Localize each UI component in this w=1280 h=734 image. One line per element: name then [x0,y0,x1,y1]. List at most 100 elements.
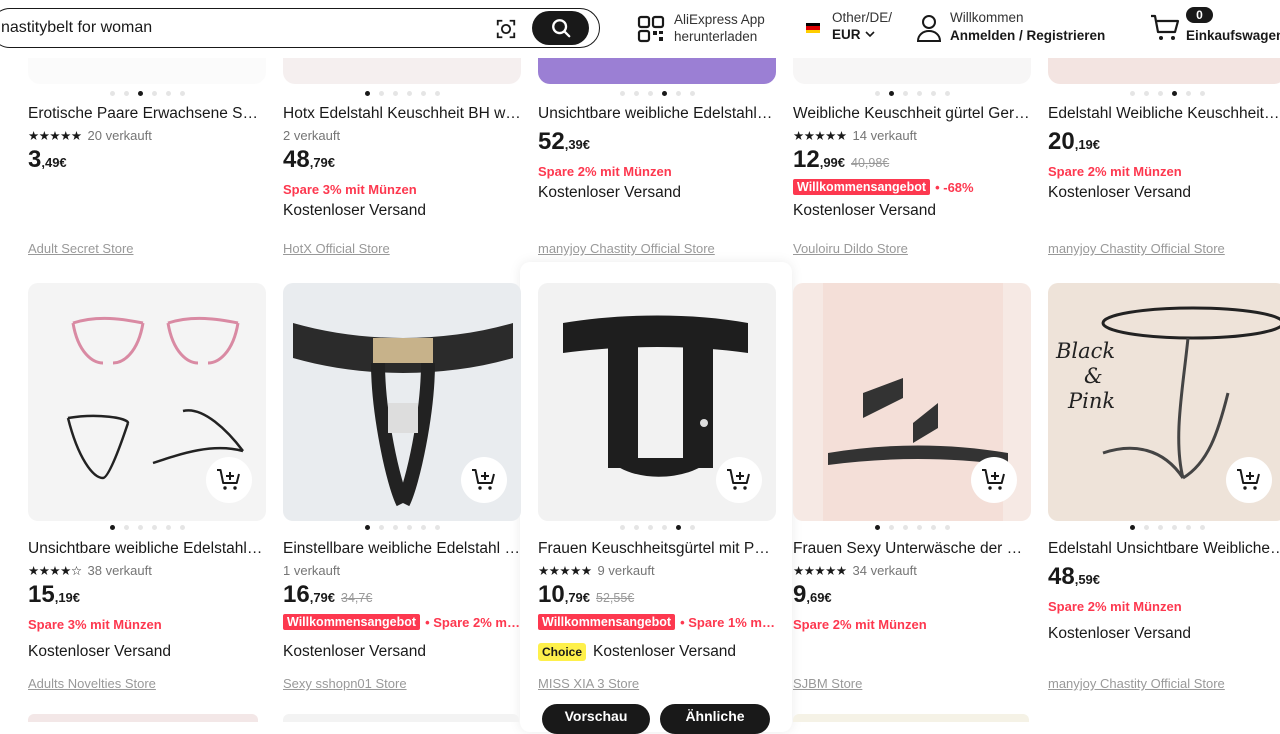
store-link[interactable]: SJBM Store [793,676,862,691]
product-price: 52,39€ [538,128,591,155]
store-link[interactable]: HotX Official Store [283,241,390,256]
coin-promo: Spare 2% mit Münzen [1048,599,1182,614]
welcome-label: Willkommen [950,10,1024,25]
store-link[interactable]: Adult Secret Store [28,241,134,256]
preview-button[interactable]: Vorschau [542,704,650,734]
coin-promo: Spare 2% mit Münzen [793,617,927,632]
image-carousel-dots[interactable] [793,525,1031,533]
app-download-line1: AliExpress App [674,12,765,27]
cart-label[interactable]: Einkaufswagen [1186,28,1280,43]
image-carousel-dots[interactable] [1048,525,1280,533]
cart-icon[interactable] [1150,14,1180,42]
product-rating: ★★★★☆ 38 verkauft [28,563,152,578]
product-title[interactable]: Unsichtbare weibliche Edelstahl Keuschhe… [538,105,776,123]
image-carousel-dots[interactable] [538,91,776,99]
product-title[interactable]: Edelstahl Weibliche Keuschheitsgürtel [1048,105,1280,123]
product-title[interactable]: Einstellbare weibliche Edelstahl Keuschh… [283,540,521,558]
welcome-deal-row: Willkommensangebot • -68% [793,179,1031,195]
product-price: 15,19€ [28,581,81,608]
coin-promo: Spare 2% mit Münzen [538,164,672,179]
product-image[interactable] [28,56,266,84]
product-image[interactable] [793,56,1031,84]
sold-count: 34 verkauft [852,563,917,578]
product-title[interactable]: Hotx Edelstahl Keuschheit BH weiblich [283,105,521,123]
qr-code-icon[interactable] [637,15,665,43]
store-link[interactable]: manyjoy Chastity Official Store [1048,676,1225,691]
product-image[interactable] [283,56,521,84]
sold-count: 38 verkauft [87,563,152,578]
sold-count: 9 verkauft [597,563,655,578]
image-carousel-dots[interactable] [283,525,521,533]
image-search-icon[interactable] [495,18,517,40]
cart-count-badge: 0 [1186,7,1213,23]
store-link[interactable]: MISS XIA 3 Store [538,676,639,691]
product-title[interactable]: Frauen Sexy Unterwäsche der Keuschheit [793,540,1031,558]
add-to-cart-button[interactable] [461,457,507,503]
image-carousel-dots[interactable] [28,525,266,533]
rating-stars: ★★★★★ [793,129,847,143]
account-menu[interactable]: Willkommen Anmelden / Registrieren [950,9,1105,45]
store-link[interactable]: Adults Novelties Store [28,676,156,691]
add-to-cart-button[interactable] [716,457,762,503]
add-to-cart-button[interactable] [1226,457,1272,503]
choice-badge: Choice [538,643,587,661]
search-input[interactable]: nastitybelt for woman [1,19,152,37]
search-bar[interactable]: nastitybelt for woman [0,8,600,48]
store-link[interactable]: Vouloiru Dildo Store [793,241,908,256]
free-shipping-label: Kostenloser Versand [283,202,427,219]
product-title[interactable]: Edelstahl Unsichtbare Weibliche Keuschhe… [1048,540,1280,558]
store-link[interactable]: manyjoy Chastity Official Store [538,241,715,256]
store-link[interactable]: Sexy sshopn01 Store [283,676,407,691]
coin-promo: Spare 2% mit Münzen [1048,164,1182,179]
rating-stars: ★★★★★ [793,564,847,578]
product-price: 20,19€ [1048,128,1101,155]
app-download-link[interactable]: AliExpress App herunterladen [674,11,765,45]
image-carousel-dots[interactable] [793,91,1031,99]
search-button[interactable] [532,11,589,45]
add-to-cart-button[interactable] [971,457,1017,503]
product-image[interactable] [283,283,521,521]
product-image[interactable] [793,283,1031,521]
login-register-link[interactable]: Anmelden / Registrieren [950,28,1105,43]
germany-flag-icon [806,23,820,33]
product-price: 48,59€ [1048,563,1101,590]
app-download-line2: herunterladen [674,29,758,44]
coin-promo: Spare 3% mit Münzen [28,617,162,632]
product-image[interactable] [1048,56,1280,84]
product-image[interactable]: Black & Pink [1048,283,1280,521]
add-to-cart-icon [472,469,495,490]
header: nastitybelt for woman AliExpress App her… [0,0,1280,58]
sold-count: 1 verkauft [283,563,341,578]
image-carousel-dots[interactable] [28,91,266,99]
product-image[interactable] [28,283,266,521]
region-line1: Other/DE/ [832,10,893,25]
rating-stars: ★★★★☆ [28,564,82,578]
welcome-deal-row: Willkommensangebot• Spare 2% mit Münzen [283,614,521,630]
rating-stars: ★★★★★ [538,564,592,578]
product-image-partial[interactable] [28,714,258,722]
product-title[interactable]: Unsichtbare weibliche Edelstahl Keuschhe… [28,540,266,558]
coin-promo: Spare 3% mit Münzen [283,182,417,197]
free-shipping-label: Kostenloser Versand [283,643,427,660]
product-title[interactable]: Weibliche Keuschheit gürtel Geräte [793,105,1031,123]
product-image-partial[interactable] [793,714,1029,722]
free-shipping-label: Kostenloser Versand [793,202,937,219]
add-to-cart-icon [982,469,1005,490]
image-carousel-dots[interactable] [283,91,521,99]
product-image-partial[interactable] [283,714,519,722]
image-carousel-dots[interactable] [1048,91,1280,99]
product-title[interactable]: Frauen Keuschheitsgürtel mit Penis [538,540,776,558]
add-to-cart-button[interactable] [206,457,252,503]
user-icon[interactable] [916,13,942,43]
product-price: 3,49€ [28,146,67,173]
region-selector[interactable]: Other/DE/ EUR [832,9,892,43]
product-price: 16,79€ 34,7€ [283,581,373,608]
sold-count: 2 verkauft [283,128,341,143]
similar-button[interactable]: Ähnliche [660,704,770,734]
product-price: 48,79€ [283,146,336,173]
product-title[interactable]: Erotische Paare Erwachsene Spielzeug [28,105,266,123]
product-image[interactable] [538,283,776,521]
image-carousel-dots[interactable] [538,525,776,533]
store-link[interactable]: manyjoy Chastity Official Store [1048,241,1225,256]
product-image[interactable] [538,56,776,84]
